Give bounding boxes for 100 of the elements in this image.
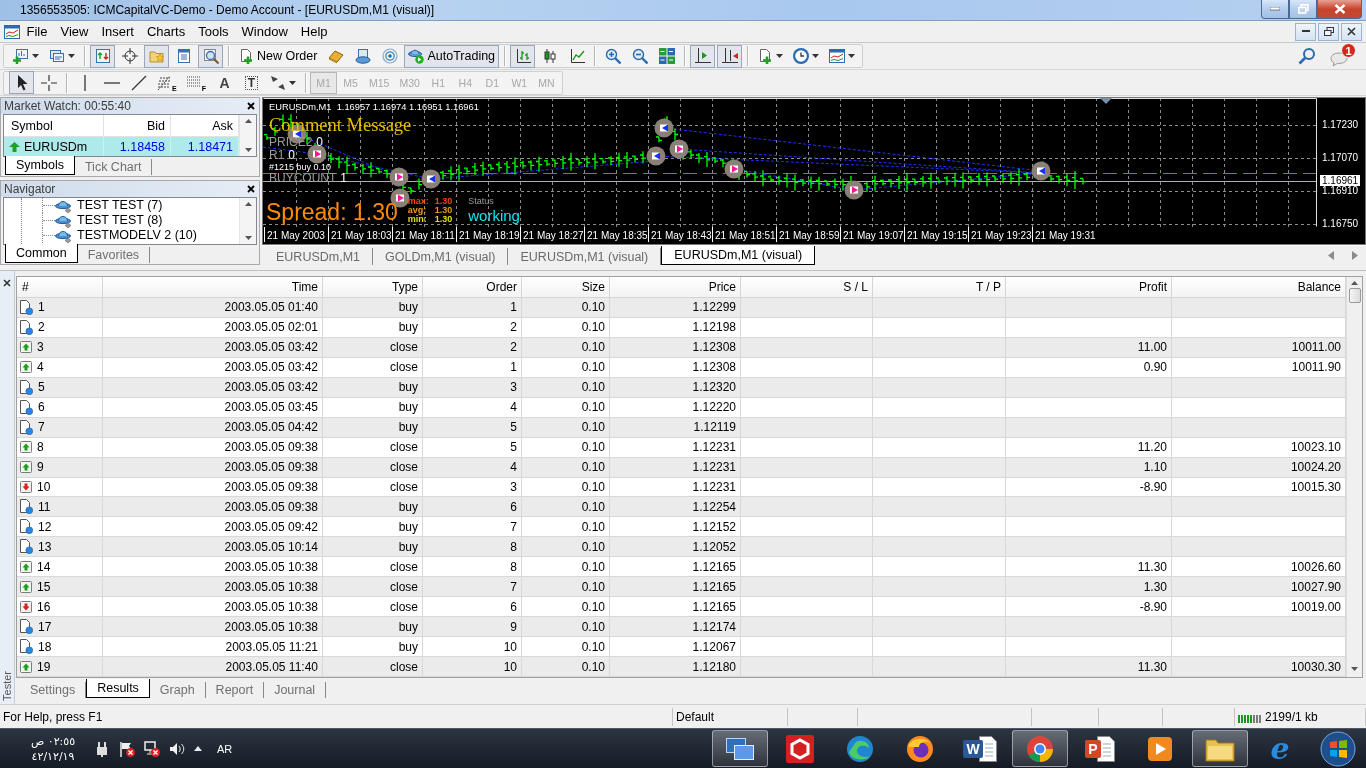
table-cell: 1.12231 [610, 477, 741, 497]
toolbar-button[interactable]: T [238, 71, 264, 94]
table-cell: 0.10 [522, 577, 610, 597]
taskbar-button[interactable] [1192, 730, 1248, 767]
column-header: S / L [741, 277, 873, 298]
time-label: 21 May 19:31 [1032, 227, 1096, 242]
tree-item[interactable]: TESTMODELV 2 (10) [77, 228, 197, 243]
close-button[interactable] [1341, 22, 1362, 41]
panel-title: Navigator [4, 182, 56, 196]
toolbar-button[interactable]: AutoTrading [404, 44, 500, 68]
horizontal-line-icon [103, 81, 120, 84]
table-cell: buy [323, 517, 423, 537]
time-label: 21 May 19:07 [840, 227, 904, 242]
table-cell: 8 [423, 557, 522, 577]
table-cell: 1.12308 [610, 357, 741, 377]
chart-tab[interactable]: GOLDm,M1 (visual) [373, 248, 509, 265]
table-cell: 1.12254 [610, 497, 741, 517]
menu-item[interactable]: Help [294, 22, 335, 41]
table-cell: 7 [423, 517, 522, 537]
chart-plus-icon [13, 48, 29, 64]
time-label: 21 May 18:59 [776, 227, 840, 242]
panel-tab[interactable]: Tick Chart [74, 159, 153, 175]
minimize-button[interactable] [1295, 22, 1316, 41]
taskbar-button[interactable] [1012, 730, 1068, 767]
segmented-circle-icon [1026, 734, 1054, 763]
panel-tab[interactable]: Journal [264, 682, 327, 698]
table-cell: 10 [423, 657, 522, 677]
taskbar-button[interactable]: e [1252, 730, 1308, 767]
panel-tab[interactable]: Report [205, 682, 265, 698]
close-icon [247, 102, 255, 110]
toolbar-button[interactable] [690, 44, 716, 68]
language-indicator[interactable]: AR [217, 742, 233, 755]
start-orb-icon [1320, 730, 1356, 767]
time-label: 21 May 19:15 [904, 227, 968, 242]
column-header: Price [610, 277, 741, 298]
table-cell: 6 [423, 597, 522, 617]
menu-item[interactable]: File [20, 22, 54, 41]
restore-button[interactable] [1318, 22, 1339, 41]
menu-item[interactable]: Window [235, 22, 295, 41]
restore-button[interactable] [1289, 0, 1317, 19]
flag-cross-icon [119, 740, 135, 757]
panel-tab[interactable]: Graph [149, 682, 206, 698]
table-cell: 2003.05.05 09:42 [103, 517, 323, 537]
panel-tab[interactable]: Results [86, 679, 150, 698]
price-label: 1.17070 [1321, 152, 1360, 163]
taskbar-button[interactable]: W [952, 730, 1008, 767]
panel-title: Tester [1, 671, 13, 701]
profile-name: Default [676, 709, 715, 724]
taskbar-button[interactable] [712, 730, 768, 767]
table-cell: 1.12231 [610, 457, 741, 477]
close-button[interactable] [1317, 0, 1362, 19]
panel-tab[interactable]: Symbols [5, 156, 75, 175]
scrollbar-thumb[interactable] [1348, 288, 1361, 303]
row-number: 17 [38, 619, 52, 634]
table-cell: 3 [423, 377, 522, 397]
table-cell: 1.12299 [610, 297, 741, 317]
chart-tab[interactable]: EURUSDm,M1 [264, 248, 374, 265]
table-cell: 0.10 [522, 557, 610, 577]
triangle-left-icon [1328, 251, 1334, 260]
table-cell: buy [323, 617, 423, 637]
table-cell: 0.10 [522, 457, 610, 477]
menu-item[interactable]: View [53, 22, 95, 41]
toolbar-button[interactable]: A [211, 71, 237, 94]
table-cell: 2003.05.05 03:45 [103, 397, 323, 417]
table-cell: 1.12198 [610, 317, 741, 337]
chart-tab[interactable]: EURUSDm,M1 (visual) [661, 246, 816, 265]
table-cell: 1.12165 [610, 557, 741, 577]
row-number: 1 [38, 300, 45, 315]
taskbar-button[interactable]: P [1072, 730, 1128, 767]
play-tile-icon [1146, 734, 1174, 763]
toolbar-button[interactable] [717, 44, 743, 68]
menu-item[interactable]: Insert [94, 22, 141, 41]
table-cell: 4 [423, 397, 522, 417]
hat-icon [55, 198, 73, 213]
panel-tab[interactable]: Favorites [77, 247, 151, 263]
tree-item[interactable]: TEST TEST (7) [77, 198, 163, 213]
symbol-row[interactable]: EURUSDm 1.18458 1.18471 [4, 137, 239, 156]
toolbar-button[interactable] [510, 44, 536, 68]
toolbar-button[interactable]: New Order [234, 44, 322, 68]
table-cell: buy [323, 417, 423, 437]
table-cell: close [323, 577, 423, 597]
tree-item[interactable]: TEST TEST (8) [77, 213, 163, 228]
panel-tab[interactable]: Common [5, 244, 78, 263]
row-number: 7 [38, 420, 45, 435]
up-arrow-square-icon [20, 461, 32, 474]
table-cell: 3 [423, 477, 522, 497]
table-cell: 2003.05.05 02:01 [103, 317, 323, 337]
hexagon-tile-icon [785, 733, 815, 764]
row-number: 2 [38, 320, 45, 335]
table-cell: 0.10 [522, 377, 610, 397]
toolbar-button[interactable] [9, 71, 34, 94]
menu-item[interactable]: Tools [191, 22, 236, 41]
table-cell: 1.12165 [610, 597, 741, 617]
notification-badge: 1 [1341, 43, 1356, 58]
hat-play-icon [408, 48, 425, 64]
table-cell: 6 [423, 497, 522, 517]
close-icon [1333, 4, 1346, 14]
menu-item[interactable]: Charts [140, 22, 192, 41]
monitor-stand-icon [354, 48, 371, 64]
table-cell: 1.12165 [610, 577, 741, 597]
